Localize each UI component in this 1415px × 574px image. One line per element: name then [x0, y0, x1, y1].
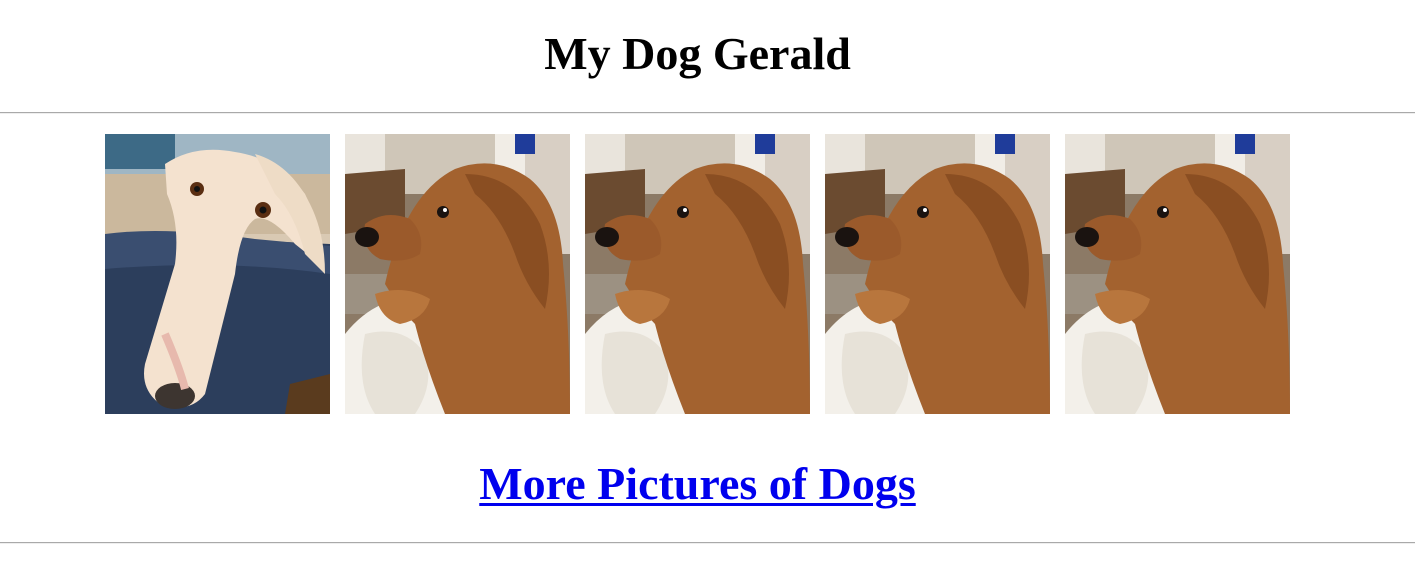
more-link-container: More Pictures of Dogs [0, 456, 1395, 512]
more-pictures-link[interactable]: More Pictures of Dogs [479, 458, 915, 509]
dog-photo-golden [345, 134, 570, 414]
page-title: My Dog Gerald [544, 28, 851, 79]
dog-photo-golden [1065, 134, 1290, 414]
bottom-divider [0, 542, 1415, 544]
dog-photo-golden [585, 134, 810, 414]
dog-photo-borzoi [105, 134, 330, 414]
photo-gallery [105, 134, 1290, 414]
top-divider [0, 112, 1415, 114]
dog-photo-golden [825, 134, 1050, 414]
